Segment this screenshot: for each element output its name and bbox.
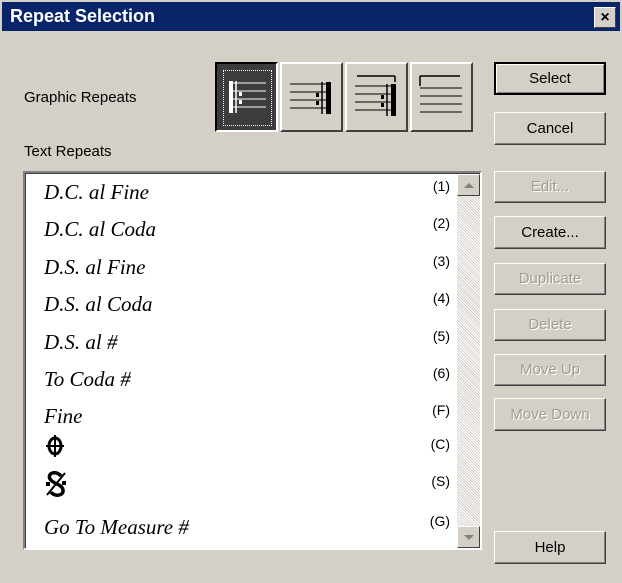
help-button[interactable]: Help	[494, 531, 606, 564]
cancel-button[interactable]: Cancel	[494, 112, 606, 145]
list-item-shortcut: (6)	[432, 365, 450, 381]
scroll-down-button[interactable]	[457, 526, 480, 548]
move-up-button[interactable]: Move Up	[494, 354, 606, 386]
list-frame: D.C. al Fine (1) D.C. al Coda (2) D.S. a…	[25, 173, 480, 548]
down-arrow-icon	[464, 535, 474, 540]
focus-indicator	[223, 70, 272, 126]
list-item[interactable]: D.S. al Fine (3)	[26, 249, 456, 287]
list-item-text: Fine	[44, 404, 83, 428]
graphic-repeat-forward-button[interactable]	[215, 62, 278, 132]
edit-button-label: Edit...	[530, 178, 570, 195]
list-item-text: Go To Measure #	[44, 515, 189, 539]
select-button[interactable]: Select	[494, 62, 606, 95]
move-up-button-label: Move Up	[519, 361, 581, 378]
select-button-label: Select	[529, 70, 571, 87]
text-repeats-label: Text Repeats	[24, 143, 112, 160]
graphic-repeat-bracket-button[interactable]	[410, 62, 473, 132]
list-item-text: D.S. al Coda	[44, 292, 153, 316]
scroll-up-button[interactable]	[457, 174, 480, 196]
close-button[interactable]: ×	[594, 7, 616, 28]
list-item-shortcut: (G)	[429, 513, 450, 529]
delete-button-label: Delete	[528, 316, 572, 333]
backward-repeat-icon	[290, 82, 331, 114]
list-item[interactable]: D.S. al Coda (4)	[26, 286, 456, 324]
vertical-scrollbar[interactable]	[457, 174, 480, 548]
backward-repeat-ending-icon	[355, 75, 396, 116]
segno-symbol-icon	[44, 470, 68, 503]
list-item-text: To Coda #	[44, 367, 131, 391]
list-item[interactable]: Go To Measure # (G)	[26, 509, 456, 547]
duplicate-button-label: Duplicate	[518, 270, 582, 287]
list-item-shortcut: (S)	[431, 473, 450, 489]
create-button[interactable]: Create...	[494, 216, 606, 249]
graphic-repeats-label: Graphic Repeats	[24, 89, 137, 106]
up-arrow-icon	[464, 183, 474, 188]
list-item-shortcut: (3)	[432, 253, 450, 269]
list-item-text: D.C. al Fine	[44, 180, 149, 204]
list-item[interactable]: (C)	[26, 432, 456, 470]
delete-button[interactable]: Delete	[494, 309, 606, 341]
list-item-shortcut: (C)	[430, 436, 450, 452]
list-item-shortcut: (2)	[432, 215, 450, 231]
title-bar[interactable]: Repeat Selection ×	[2, 2, 620, 31]
edit-button[interactable]: Edit...	[494, 171, 606, 203]
list-item[interactable]: D.C. al Coda (2)	[26, 211, 456, 249]
list-item[interactable]: Fine (F)	[26, 398, 456, 436]
list-item-shortcut: (4)	[432, 290, 450, 306]
coda-symbol-icon	[44, 434, 66, 464]
repeat-selection-dialog: Repeat Selection × Graphic Repeats Text …	[0, 0, 622, 583]
list-item-shortcut: (5)	[432, 328, 450, 344]
list-item[interactable]: To Coda # (6)	[26, 361, 456, 399]
plain-bracket-icon	[419, 75, 462, 113]
move-down-button[interactable]: Move Down	[494, 398, 606, 431]
create-button-label: Create...	[521, 224, 579, 241]
list-item-shortcut: (F)	[432, 402, 450, 418]
graphic-repeat-backward-button[interactable]	[280, 62, 343, 132]
window-title: Repeat Selection	[10, 6, 156, 26]
graphic-repeat-backward-ending-button[interactable]	[345, 62, 408, 132]
help-button-label: Help	[534, 539, 566, 556]
list-item-shortcut: (1)	[432, 178, 450, 194]
cancel-button-label: Cancel	[526, 120, 574, 137]
duplicate-button[interactable]: Duplicate	[494, 263, 606, 295]
list-item-text: D.S. al Fine	[44, 255, 146, 279]
list-item[interactable]: (S)	[26, 469, 456, 507]
move-down-button-label: Move Down	[510, 406, 590, 423]
list-item-text: D.S. al #	[44, 330, 118, 354]
text-repeats-list[interactable]: D.C. al Fine (1) D.C. al Coda (2) D.S. a…	[23, 171, 482, 550]
list-item[interactable]: D.S. al # (5)	[26, 324, 456, 362]
list-item-text: D.C. al Coda	[44, 217, 157, 241]
list-item[interactable]: D.C. al Fine (1)	[26, 174, 456, 212]
